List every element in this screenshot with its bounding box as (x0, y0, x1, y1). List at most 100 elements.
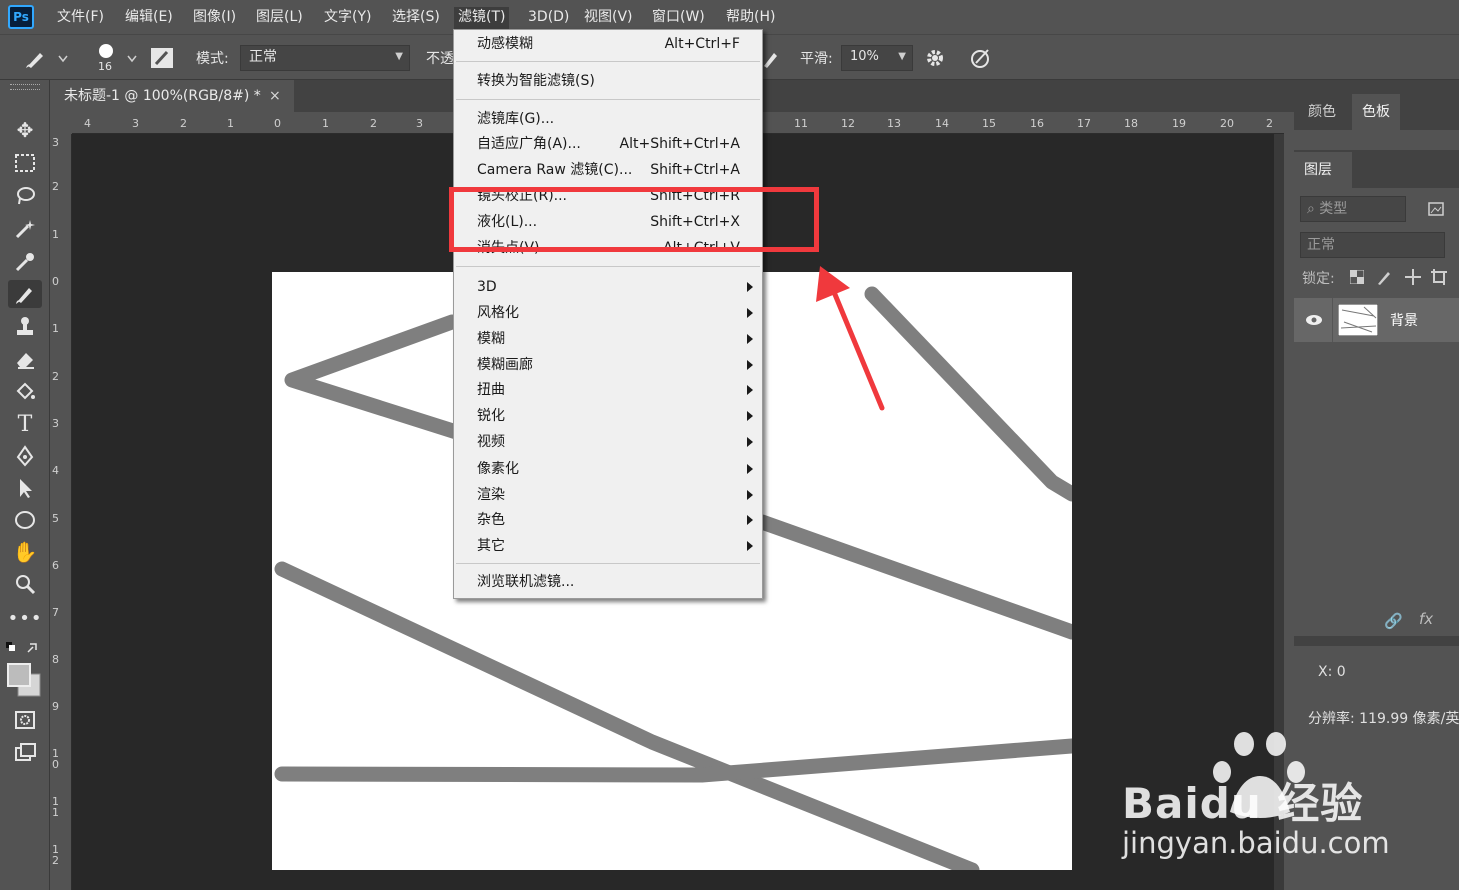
color-swatches[interactable] (6, 642, 42, 698)
lock-transparent-icon[interactable] (1350, 270, 1364, 284)
ruler-label: 2 (370, 117, 377, 130)
info-x-value: X: 0 (1318, 664, 1346, 680)
screen-mode-icon[interactable] (8, 738, 42, 766)
ruler-label: 1 (52, 322, 59, 335)
ruler-label: 1 (322, 117, 329, 130)
ruler-label: 11 (794, 117, 808, 130)
eyedropper-tool-icon[interactable] (8, 248, 42, 276)
menu-3d[interactable]: 3D(D) (524, 7, 573, 29)
menu-layer[interactable]: 图层(L) (252, 7, 307, 29)
tab-color[interactable]: 颜色 (1298, 94, 1346, 130)
lock-position-icon[interactable] (1404, 268, 1422, 286)
layer-filter-select[interactable]: ⌕ 类型 (1300, 196, 1406, 222)
layers-footer: 🔗 fx (1294, 606, 1459, 636)
tab-document[interactable]: 未标题-1 @ 100%(RGB/8#) * × (50, 80, 294, 112)
brush-preset-icon[interactable] (96, 41, 116, 61)
image-filter-icon[interactable] (1428, 202, 1444, 216)
menu-item-convert-smart-filters[interactable]: 转换为智能滤镜(S) (454, 69, 762, 93)
eraser-tool-icon[interactable] (8, 345, 42, 373)
pen-tool-icon[interactable] (8, 442, 42, 470)
layer-row[interactable]: 背景 (1294, 298, 1459, 342)
marquee-tool-icon[interactable] (8, 149, 42, 177)
menu-type[interactable]: 文字(Y) (320, 7, 375, 29)
toolbar-grip[interactable] (10, 84, 40, 90)
ruler-label: 20 (1220, 117, 1234, 130)
menu-file[interactable]: 文件(F) (53, 7, 108, 29)
ruler-origin[interactable] (50, 112, 72, 134)
paint-bucket-tool-icon[interactable] (8, 378, 42, 406)
ruler-vertical: 3 2 1 0 1 2 3 4 5 6 7 8 9 1 0 1 1 1 2 (50, 134, 72, 890)
ruler-label: 3 (416, 117, 423, 130)
menu-view[interactable]: 视图(V) (580, 7, 637, 29)
close-icon[interactable]: × (269, 80, 281, 112)
menu-item-label: 3D (477, 279, 497, 295)
menu-item-browse-online-filters[interactable]: 浏览联机滤镜... (454, 570, 762, 594)
submenu-arrow-icon (747, 437, 753, 447)
pressure-icon[interactable] (760, 47, 780, 69)
menu-filter[interactable]: 滤镜(T) (454, 7, 510, 29)
blend-mode-select[interactable]: 正常 (1300, 232, 1445, 258)
menu-item-other[interactable]: 其它 (454, 534, 762, 558)
menu-edit[interactable]: 编辑(E) (121, 7, 177, 29)
brush-tool-icon[interactable] (8, 280, 42, 308)
menu-help[interactable]: 帮助(H) (722, 7, 779, 29)
menu-window[interactable]: 窗口(W) (648, 7, 709, 29)
zoom-tool-icon[interactable] (8, 570, 42, 598)
move-tool-icon[interactable]: ✥ (8, 116, 42, 144)
menu-item-noise[interactable]: 杂色 (454, 508, 762, 532)
brush-panel-toggle-icon[interactable] (150, 47, 174, 69)
quick-mask-icon[interactable] (8, 706, 42, 734)
menu-item-blur[interactable]: 模糊 (454, 327, 762, 351)
menu-item-blur-gallery[interactable]: 模糊画廊 (454, 353, 762, 377)
ruler-label: 2 (52, 370, 59, 383)
submenu-arrow-icon (747, 385, 753, 395)
menu-item-render[interactable]: 渲染 (454, 483, 762, 507)
menu-item-label: 模糊画廊 (477, 357, 533, 373)
menu-select[interactable]: 选择(S) (388, 7, 444, 29)
gear-icon[interactable] (924, 47, 946, 69)
hand-tool-icon[interactable]: ✋ (8, 538, 42, 566)
ellipse-tool-icon[interactable] (8, 506, 42, 534)
ruler-label: 6 (52, 559, 59, 572)
ruler-label: 5 (52, 512, 59, 525)
menu-item-camera-raw[interactable]: Camera Raw 滤镜(C)... Shift+Ctrl+A (454, 158, 762, 182)
lock-pixels-icon[interactable] (1376, 268, 1392, 286)
path-selection-tool-icon[interactable] (8, 474, 42, 502)
chevron-down-icon[interactable] (127, 55, 137, 63)
brush-tool-icon[interactable] (24, 47, 50, 69)
link-icon[interactable]: 🔗 (1384, 612, 1403, 630)
submenu-arrow-icon (747, 282, 753, 292)
menu-item-label: 视频 (477, 434, 505, 450)
magic-wand-tool-icon[interactable] (8, 215, 42, 243)
symmetry-icon[interactable] (968, 46, 992, 70)
menu-item-stylize[interactable]: 风格化 (454, 301, 762, 325)
menu-item-adaptive-wide-angle[interactable]: 自适应广角(A)... Alt+Shift+Ctrl+A (454, 132, 762, 156)
stamp-tool-icon[interactable] (8, 312, 42, 340)
menu-item-sharpen[interactable]: 锐化 (454, 404, 762, 428)
menu-item-distort[interactable]: 扭曲 (454, 378, 762, 402)
mode-select[interactable]: 正常 ▼ (240, 45, 410, 71)
more-tools-icon[interactable]: ••• (8, 604, 42, 632)
lock-artboard-icon[interactable] (1430, 268, 1448, 286)
smoothing-input[interactable]: 10% ▼ (841, 45, 913, 71)
menu-image[interactable]: 图像(I) (189, 7, 240, 29)
menu-item-label: 模糊 (477, 331, 505, 347)
stroke-path (284, 314, 480, 445)
menu-item-3d[interactable]: 3D (454, 275, 762, 299)
type-tool-icon[interactable]: T (8, 410, 42, 438)
menu-item-video[interactable]: 视频 (454, 430, 762, 454)
menu-item-filter-gallery[interactable]: 滤镜库(G)... (454, 107, 762, 131)
layer-thumbnail (1338, 304, 1378, 336)
menu-item-label: 动感模糊 (477, 36, 533, 52)
fx-icon[interactable]: fx (1419, 610, 1433, 628)
menu-item-label: 渲染 (477, 487, 505, 503)
tab-swatches[interactable]: 色板 (1352, 94, 1400, 130)
tab-layers[interactable]: 图层 (1294, 152, 1352, 188)
chevron-down-icon[interactable] (58, 55, 68, 63)
eye-visibility-icon[interactable] (1305, 314, 1323, 326)
lasso-tool-icon[interactable] (8, 182, 42, 210)
menu-item-pixelate[interactable]: 像素化 (454, 457, 762, 481)
blend-mode-value: 正常 (1307, 237, 1335, 253)
menu-item-label: Camera Raw 滤镜(C)... (477, 162, 633, 178)
menu-item-motion-blur[interactable]: 动感模糊 Alt+Ctrl+F (454, 32, 762, 56)
